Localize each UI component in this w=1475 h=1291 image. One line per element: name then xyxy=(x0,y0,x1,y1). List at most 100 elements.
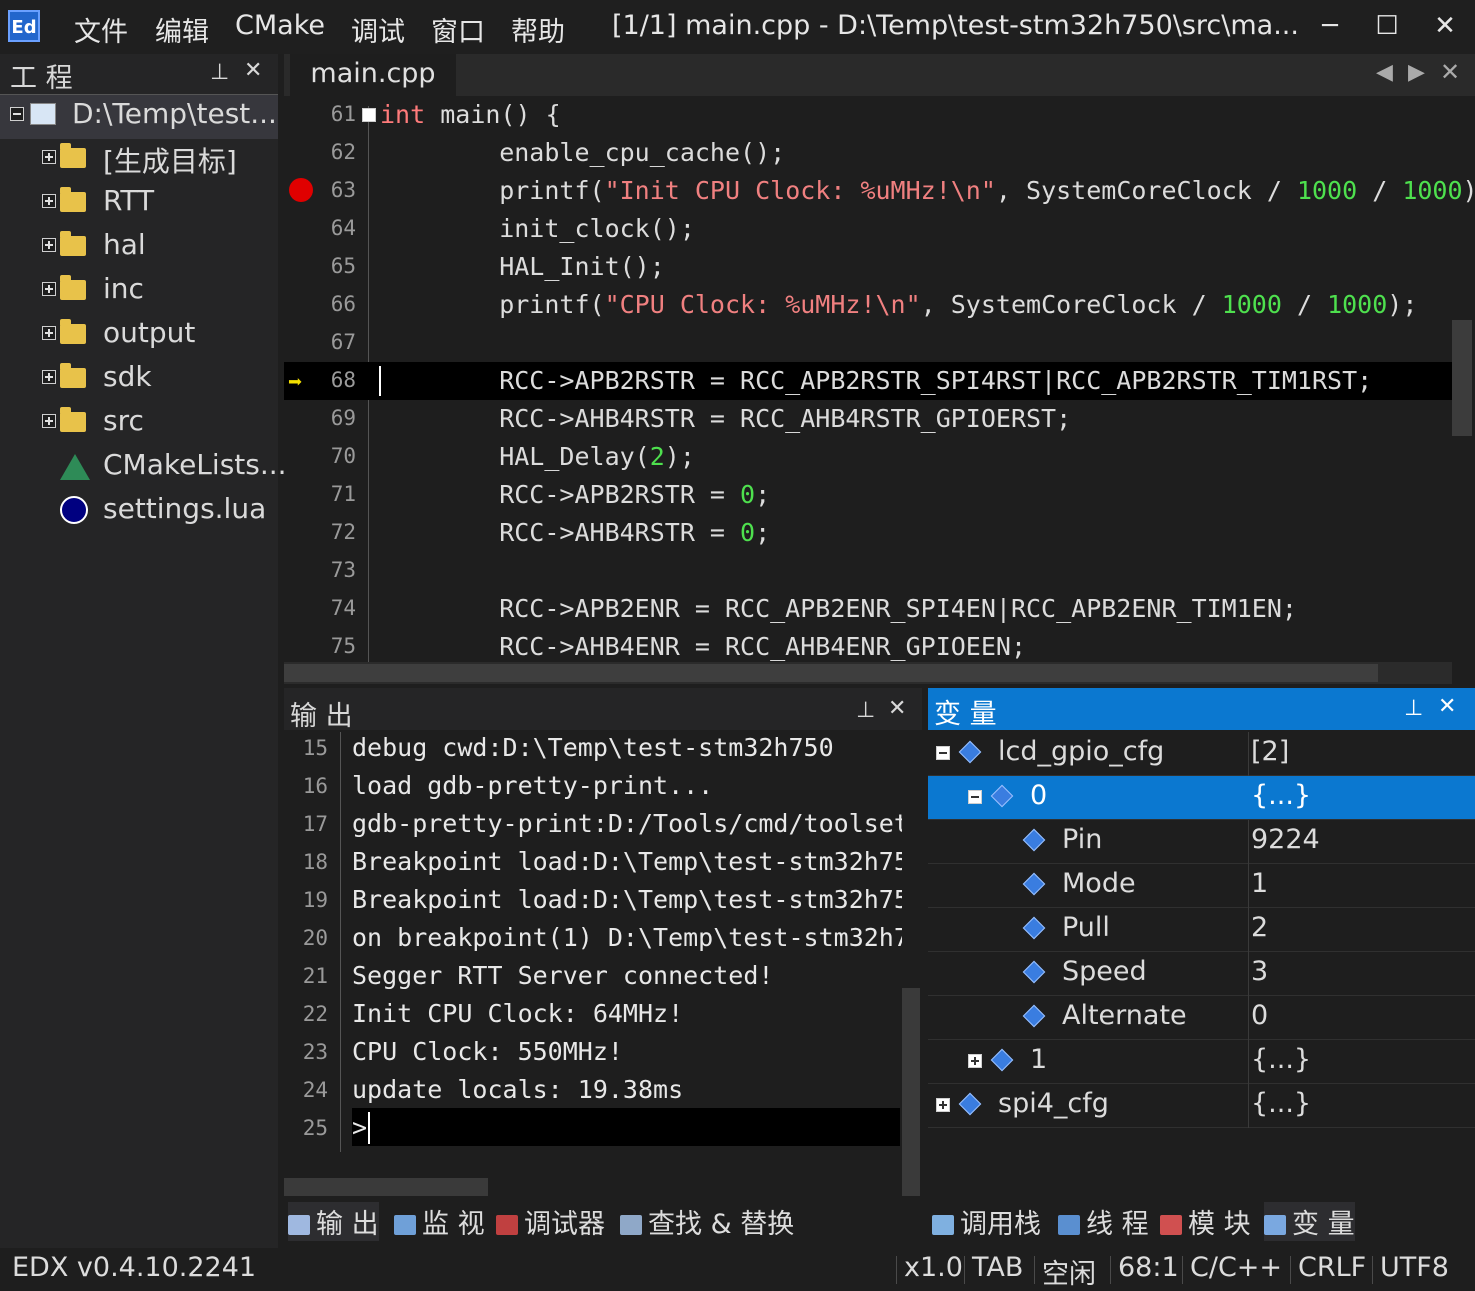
line-ending[interactable]: CRLF xyxy=(1298,1252,1366,1283)
indent-mode[interactable]: TAB xyxy=(972,1252,1023,1283)
lua-icon xyxy=(60,496,88,524)
project-panel-title: 工 程 xyxy=(10,63,73,94)
bottom-tab-watch[interactable]: 监 视 xyxy=(394,1202,485,1241)
output-line: 18 Breakpoint load:D:\Temp\test-stm32h75 xyxy=(284,844,902,882)
tab-scroll-left-icon[interactable]: ◀ xyxy=(1376,60,1393,85)
tab-main-cpp[interactable]: main.cpp xyxy=(290,54,456,96)
code-line[interactable]: 64 init_clock(); xyxy=(284,210,1452,248)
tree-expander-icon[interactable] xyxy=(42,194,56,208)
tree-item[interactable]: settings.lua xyxy=(0,490,278,534)
watch-icon xyxy=(394,1215,416,1235)
zoom-level[interactable]: x1.0 xyxy=(904,1252,963,1283)
tree-item[interactable]: [生成目标] xyxy=(0,138,278,182)
pin-icon[interactable]: ⊥ xyxy=(856,698,875,723)
variables-panel: 变 量 ⊥ ✕ lcd_gpio_cfg [2] 0 {...} Pin 9224 Mode… xyxy=(928,688,1475,1198)
variable-row[interactable]: Speed 3 xyxy=(928,952,1475,996)
variable-expander-icon[interactable] xyxy=(968,790,982,804)
tree-item[interactable]: inc xyxy=(0,270,278,314)
tree-item[interactable]: CMakeLists... xyxy=(0,446,287,490)
bottom-tab-find-replace[interactable]: 查找 & 替换 xyxy=(620,1202,794,1241)
menu-debug[interactable]: 调试 xyxy=(351,10,405,49)
code-line[interactable]: 73 xyxy=(284,552,1452,590)
cursor-position[interactable]: 68:1 xyxy=(1118,1252,1179,1283)
tree-expander-icon[interactable] xyxy=(42,150,56,164)
language-mode[interactable]: C/C++ xyxy=(1190,1252,1282,1283)
editor-vscrollbar[interactable] xyxy=(1452,320,1472,436)
code-line[interactable]: ➡ 68 RCC->APB2RSTR = RCC_APB2RSTR_SPI4RST… xyxy=(284,362,1452,400)
bottom-tab-debugger[interactable]: 调试器 xyxy=(496,1202,605,1241)
output-vscrollbar[interactable] xyxy=(902,988,920,1196)
tree-expander-icon[interactable] xyxy=(42,238,56,252)
close-output-panel-icon[interactable]: ✕ xyxy=(888,696,906,721)
close-project-panel-icon[interactable]: ✕ xyxy=(244,58,262,83)
pin-icon[interactable]: ⊥ xyxy=(1404,696,1423,721)
tree-item[interactable]: sdk xyxy=(0,358,278,402)
variable-row[interactable]: Pin 9224 xyxy=(928,820,1475,864)
variable-row[interactable]: lcd_gpio_cfg [2] xyxy=(928,732,1475,776)
bottom-tab-module[interactable]: 模 块 xyxy=(1160,1202,1251,1241)
variable-expander-icon[interactable] xyxy=(936,746,950,760)
editor-hscrollbar[interactable] xyxy=(284,662,1452,684)
code-line[interactable]: 65 HAL_Init(); xyxy=(284,248,1452,286)
tree-item[interactable]: src xyxy=(0,402,278,446)
tree-expander-icon[interactable] xyxy=(42,370,56,384)
bottom-tab-label: 调试器 xyxy=(524,1209,605,1240)
tree-expander-icon[interactable] xyxy=(42,326,56,340)
minimize-button[interactable]: ─ xyxy=(1305,6,1355,46)
close-tab-icon[interactable]: ✕ xyxy=(1440,58,1460,86)
variable-name: 1 xyxy=(1030,1044,1048,1075)
line-number: 63 xyxy=(330,178,356,202)
variable-row[interactable]: 0 {...} xyxy=(928,776,1475,820)
bottom-tab-output[interactable]: 输 出 xyxy=(288,1202,379,1241)
code-line[interactable]: 67 xyxy=(284,324,1452,362)
code-line[interactable]: 71 RCC->APB2RSTR = 0; xyxy=(284,476,1452,514)
menu-file[interactable]: 文件 xyxy=(74,10,128,49)
bottom-tab-thread[interactable]: 线 程 xyxy=(1058,1202,1149,1241)
menu-window[interactable]: 窗口 xyxy=(431,10,485,49)
pin-icon[interactable]: ⊥ xyxy=(210,60,229,85)
tree-item[interactable]: RTT xyxy=(0,182,278,226)
file-encoding[interactable]: UTF8 xyxy=(1380,1252,1449,1283)
menu-cmake[interactable]: CMake xyxy=(235,10,325,41)
code-editor[interactable]: 61 int main() {62 enable_cpu_cache(); 63 p… xyxy=(284,96,1475,662)
tree-item-label: D:\Temp\test... xyxy=(72,97,277,130)
tree-expander-icon[interactable] xyxy=(42,282,56,296)
variable-expander-icon[interactable] xyxy=(936,1098,950,1112)
code-line[interactable]: 66 printf("CPU Clock: %uMHz!\n", SystemC… xyxy=(284,286,1452,324)
variable-row[interactable]: Alternate 0 xyxy=(928,996,1475,1040)
maximize-button[interactable]: ☐ xyxy=(1362,6,1412,46)
variable-row[interactable]: spi4_cfg {...} xyxy=(928,1084,1475,1128)
code-line[interactable]: 75 RCC->AHB4ENR = RCC_AHB4ENR_GPIOEEN; xyxy=(284,628,1452,662)
tree-item[interactable]: output xyxy=(0,314,278,358)
code-line[interactable]: 61 int main() { xyxy=(284,96,1452,134)
output-hscrollbar[interactable] xyxy=(284,1178,488,1196)
code-line[interactable]: 69 RCC->AHB4RSTR = RCC_AHB4RSTR_GPIOERST… xyxy=(284,400,1452,438)
code-line[interactable]: 70 HAL_Delay(2); xyxy=(284,438,1452,476)
tree-item[interactable]: D:\Temp\test... xyxy=(0,94,278,139)
breakpoint-icon[interactable] xyxy=(289,178,313,202)
tree-expander-icon[interactable] xyxy=(10,107,24,121)
code-line[interactable]: 63 printf("Init CPU Clock: %uMHz!\n", Sy… xyxy=(284,172,1475,210)
variable-row[interactable]: 1 {...} xyxy=(928,1040,1475,1084)
close-window-button[interactable]: ✕ xyxy=(1420,6,1470,46)
bottom-tab-callstack[interactable]: 调用栈 xyxy=(932,1202,1041,1241)
variable-value: [2] xyxy=(1251,736,1290,767)
code-line[interactable]: 74 RCC->APB2ENR = RCC_APB2ENR_SPI4EN|RCC… xyxy=(284,590,1452,628)
code-line[interactable]: 62 enable_cpu_cache(); xyxy=(284,134,1452,172)
tree-expander-icon[interactable] xyxy=(42,414,56,428)
bottom-tab-variables[interactable]: 变 量 xyxy=(1264,1202,1355,1241)
code-line[interactable]: 72 RCC->AHB4RSTR = 0; xyxy=(284,514,1452,552)
current-line-cursor xyxy=(379,366,381,396)
tree-item[interactable]: hal xyxy=(0,226,278,270)
variable-expander-icon[interactable] xyxy=(968,1054,982,1068)
output-line-number: 15 xyxy=(302,736,328,760)
variable-row[interactable]: Mode 1 xyxy=(928,864,1475,908)
menu-help[interactable]: 帮助 xyxy=(511,10,565,49)
close-variables-panel-icon[interactable]: ✕ xyxy=(1438,694,1456,719)
output-line-text: load gdb-pretty-print... xyxy=(352,771,714,800)
menu-edit[interactable]: 编辑 xyxy=(155,10,209,49)
tab-scroll-right-icon[interactable]: ▶ xyxy=(1408,60,1425,85)
folder-icon xyxy=(60,363,86,388)
variable-row[interactable]: Pull 2 xyxy=(928,908,1475,952)
variable-name: 0 xyxy=(1030,780,1048,811)
